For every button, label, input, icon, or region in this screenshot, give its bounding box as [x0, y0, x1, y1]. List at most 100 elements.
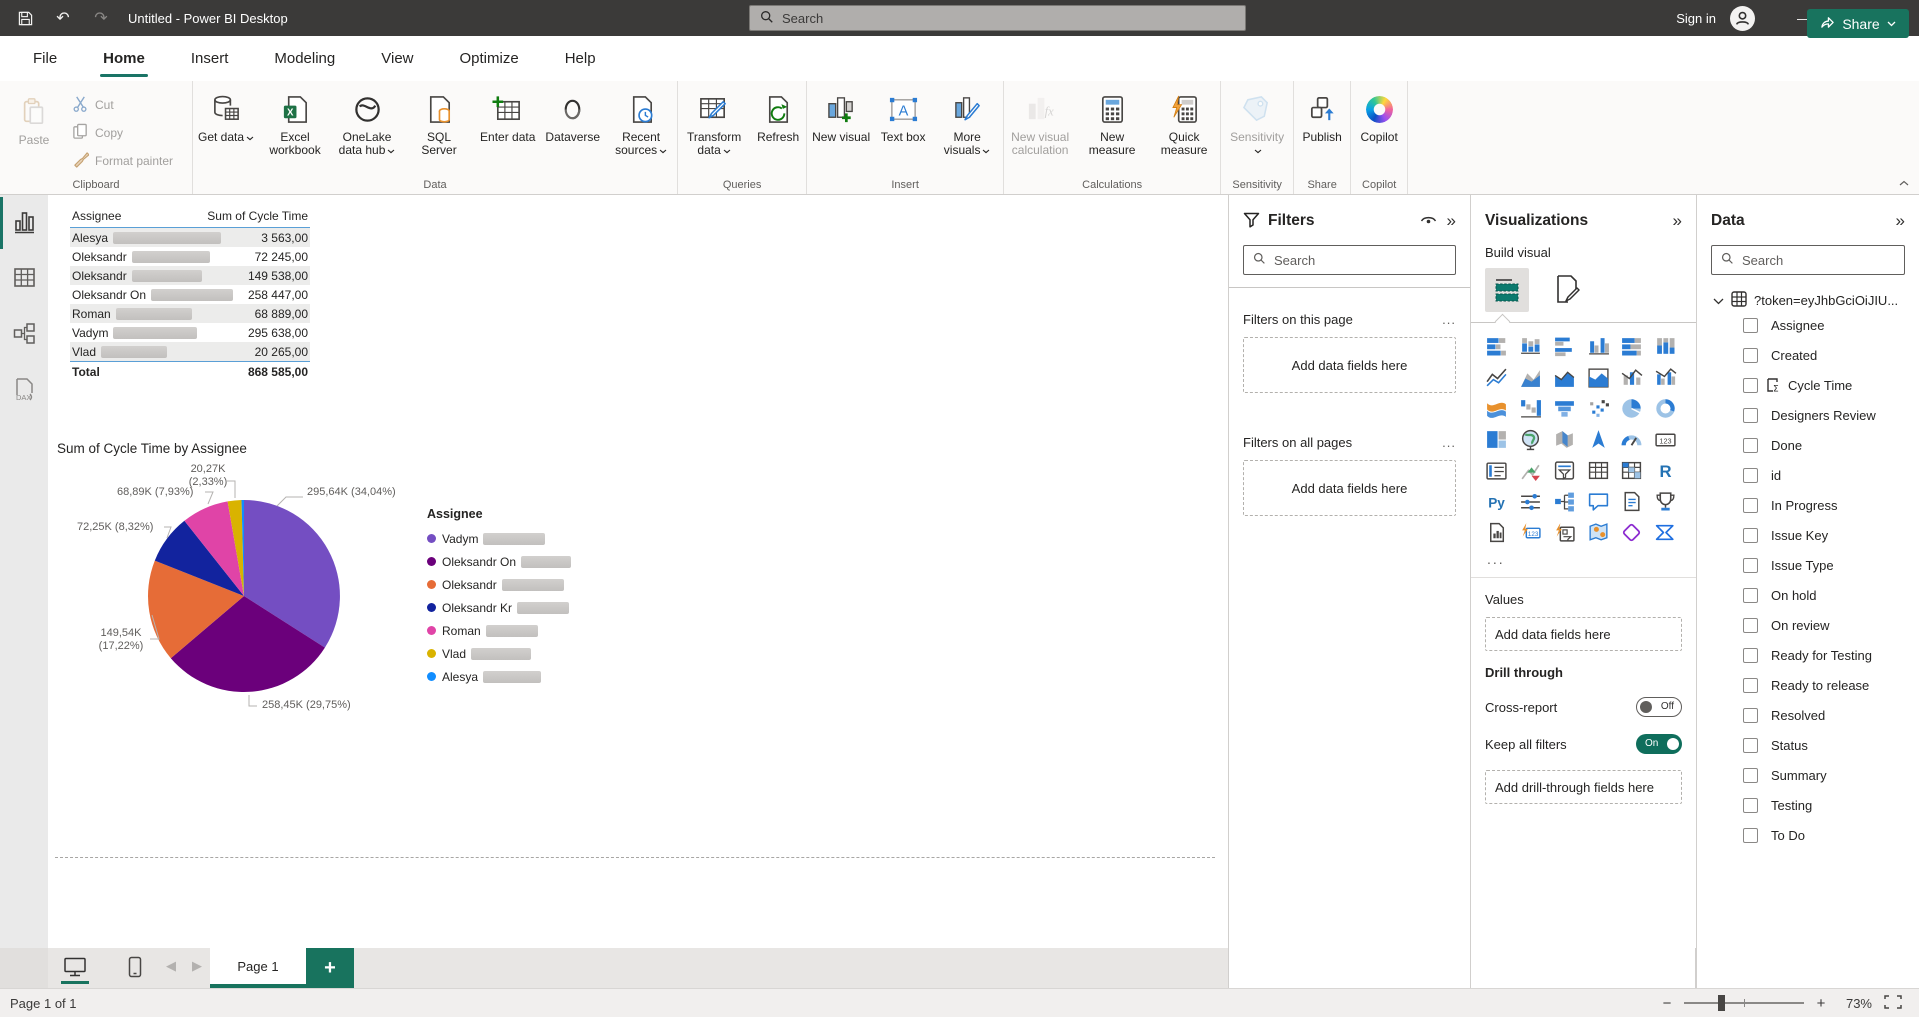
ribbon-button[interactable]: More visuals: [931, 88, 1003, 157]
collapse-pane-icon[interactable]: »: [1896, 211, 1905, 231]
visual-type-tile[interactable]: [1551, 521, 1578, 547]
global-search-box[interactable]: [749, 5, 1246, 31]
visual-type-tile[interactable]: [1618, 335, 1645, 361]
field-checkbox[interactable]: [1743, 618, 1758, 633]
visual-type-tile[interactable]: [1517, 459, 1544, 485]
visual-type-tile[interactable]: [1652, 366, 1679, 392]
visual-type-tile[interactable]: [1618, 428, 1645, 454]
ribbon-button[interactable]: Recent sources: [605, 88, 677, 157]
ribbon-button[interactable]: Refresh: [750, 88, 806, 157]
data-field-row[interactable]: Summary: [1697, 760, 1919, 790]
data-field-row[interactable]: Status: [1697, 730, 1919, 760]
data-field-row[interactable]: To Do: [1697, 820, 1919, 850]
zoom-in-button[interactable]: +: [1815, 995, 1827, 1012]
ribbon-button[interactable]: Quick measure: [1148, 88, 1220, 157]
ribbon-button[interactable]: New visual: [807, 88, 875, 157]
ribbon-button[interactable]: SQL Server: [403, 88, 475, 157]
visual-type-tile[interactable]: [1652, 521, 1679, 547]
field-checkbox[interactable]: [1743, 708, 1758, 723]
visual-type-tile[interactable]: [1517, 397, 1544, 423]
visual-type-tile[interactable]: [1483, 459, 1510, 485]
paste-button[interactable]: Paste: [6, 88, 62, 147]
zoom-out-button[interactable]: −: [1661, 995, 1673, 1012]
field-checkbox[interactable]: [1743, 558, 1758, 573]
ribbon-button[interactable]: New measure: [1076, 88, 1148, 157]
visual-type-tile[interactable]: [1483, 335, 1510, 361]
data-field-row[interactable]: Testing: [1697, 790, 1919, 820]
chevron-down-icon[interactable]: [1713, 293, 1724, 308]
field-checkbox[interactable]: [1743, 498, 1758, 513]
legend-item[interactable]: Vadym: [427, 527, 571, 550]
clipboard-small-button[interactable]: Format painter: [72, 150, 173, 172]
field-checkbox[interactable]: [1743, 768, 1758, 783]
global-search-input[interactable]: [782, 11, 1202, 26]
values-drop-zone[interactable]: Add data fields here: [1485, 617, 1682, 651]
ribbon-button[interactable]: Enter data: [475, 88, 540, 157]
visual-type-tile[interactable]: [1483, 366, 1510, 392]
visual-type-tile[interactable]: [1585, 521, 1612, 547]
undo-icon[interactable]: ↶: [54, 9, 72, 27]
visual-type-tile[interactable]: [1517, 490, 1544, 516]
data-field-row[interactable]: Issue Type: [1697, 550, 1919, 580]
data-search-box[interactable]: [1711, 245, 1905, 275]
more-visual-types[interactable]: ...: [1471, 547, 1696, 567]
visual-type-tile[interactable]: [1483, 428, 1510, 454]
ribbon-button[interactable]: Publish: [1294, 88, 1350, 144]
filter-drop-zone[interactable]: Add data fields here: [1243, 337, 1456, 393]
visual-type-tile[interactable]: [1618, 366, 1645, 392]
ribbon-button[interactable]: Copilot: [1351, 88, 1407, 144]
visual-type-tile[interactable]: [1618, 521, 1645, 547]
previous-page-arrow[interactable]: ◀: [166, 958, 176, 974]
visual-type-tile[interactable]: [1585, 459, 1612, 485]
data-field-row[interactable]: Σ Cycle Time: [1697, 370, 1919, 400]
collapse-ribbon-button[interactable]: [1895, 176, 1913, 190]
table-row[interactable]: Alesya 3 563,00: [70, 228, 310, 247]
share-button[interactable]: Share: [1807, 9, 1909, 38]
field-checkbox[interactable]: [1743, 678, 1758, 693]
data-field-row[interactable]: Assignee: [1697, 310, 1919, 340]
visual-type-tile[interactable]: [1585, 335, 1612, 361]
legend-item[interactable]: Oleksandr Kr: [427, 596, 571, 619]
dataset-tree-item[interactable]: ?token=eyJhbGciOiJIU...: [1697, 275, 1919, 310]
data-field-row[interactable]: id: [1697, 460, 1919, 490]
menu-tab[interactable]: View: [358, 36, 436, 81]
menu-tab[interactable]: Insert: [168, 36, 252, 81]
sidebar-view-item[interactable]: [0, 251, 48, 307]
field-checkbox[interactable]: [1743, 798, 1758, 813]
clipboard-small-button[interactable]: Copy: [72, 122, 173, 144]
format-visual-tab[interactable]: [1551, 273, 1583, 308]
table-row[interactable]: Oleksandr 72 245,00: [70, 247, 310, 266]
ribbon-button[interactable]: OneLake data hub: [331, 88, 403, 157]
table-row[interactable]: Roman 68 889,00: [70, 304, 310, 323]
field-checkbox[interactable]: [1743, 648, 1758, 663]
next-page-arrow[interactable]: ▶: [192, 958, 202, 974]
field-checkbox[interactable]: [1743, 528, 1758, 543]
visual-type-tile[interactable]: [1652, 397, 1679, 423]
more-options-icon[interactable]: ...: [1442, 435, 1456, 450]
zoom-slider-handle[interactable]: [1718, 995, 1725, 1011]
visual-type-tile[interactable]: R: [1652, 459, 1679, 485]
redo-icon[interactable]: ↷: [92, 9, 110, 27]
filters-search-box[interactable]: [1243, 245, 1456, 275]
eye-icon[interactable]: [1420, 211, 1437, 231]
visual-type-tile[interactable]: 123: [1517, 521, 1544, 547]
visual-type-tile[interactable]: [1517, 428, 1544, 454]
ribbon-button[interactable]: X Excel workbook: [259, 88, 331, 157]
table-row[interactable]: Vadym 295 638,00: [70, 323, 310, 342]
more-options-icon[interactable]: ...: [1442, 312, 1456, 327]
legend-item[interactable]: Oleksandr On: [427, 550, 571, 573]
field-checkbox[interactable]: [1743, 738, 1758, 753]
build-visual-tab[interactable]: [1485, 268, 1529, 312]
visual-type-tile[interactable]: [1551, 335, 1578, 361]
data-field-row[interactable]: Created: [1697, 340, 1919, 370]
field-checkbox[interactable]: [1743, 378, 1758, 393]
legend-item[interactable]: Vlad: [427, 642, 571, 665]
account-avatar[interactable]: [1730, 6, 1755, 31]
drill-through-drop-zone[interactable]: Add drill-through fields here: [1485, 770, 1682, 804]
visual-type-tile[interactable]: [1652, 490, 1679, 516]
data-field-row[interactable]: On hold: [1697, 580, 1919, 610]
visual-type-tile[interactable]: [1551, 490, 1578, 516]
pie-chart-visual[interactable]: Sum of Cycle Time by Assignee 295,64K (3…: [55, 437, 655, 737]
table-row[interactable]: Oleksandr On 258 447,00: [70, 285, 310, 304]
data-search-input[interactable]: [1742, 253, 1892, 268]
